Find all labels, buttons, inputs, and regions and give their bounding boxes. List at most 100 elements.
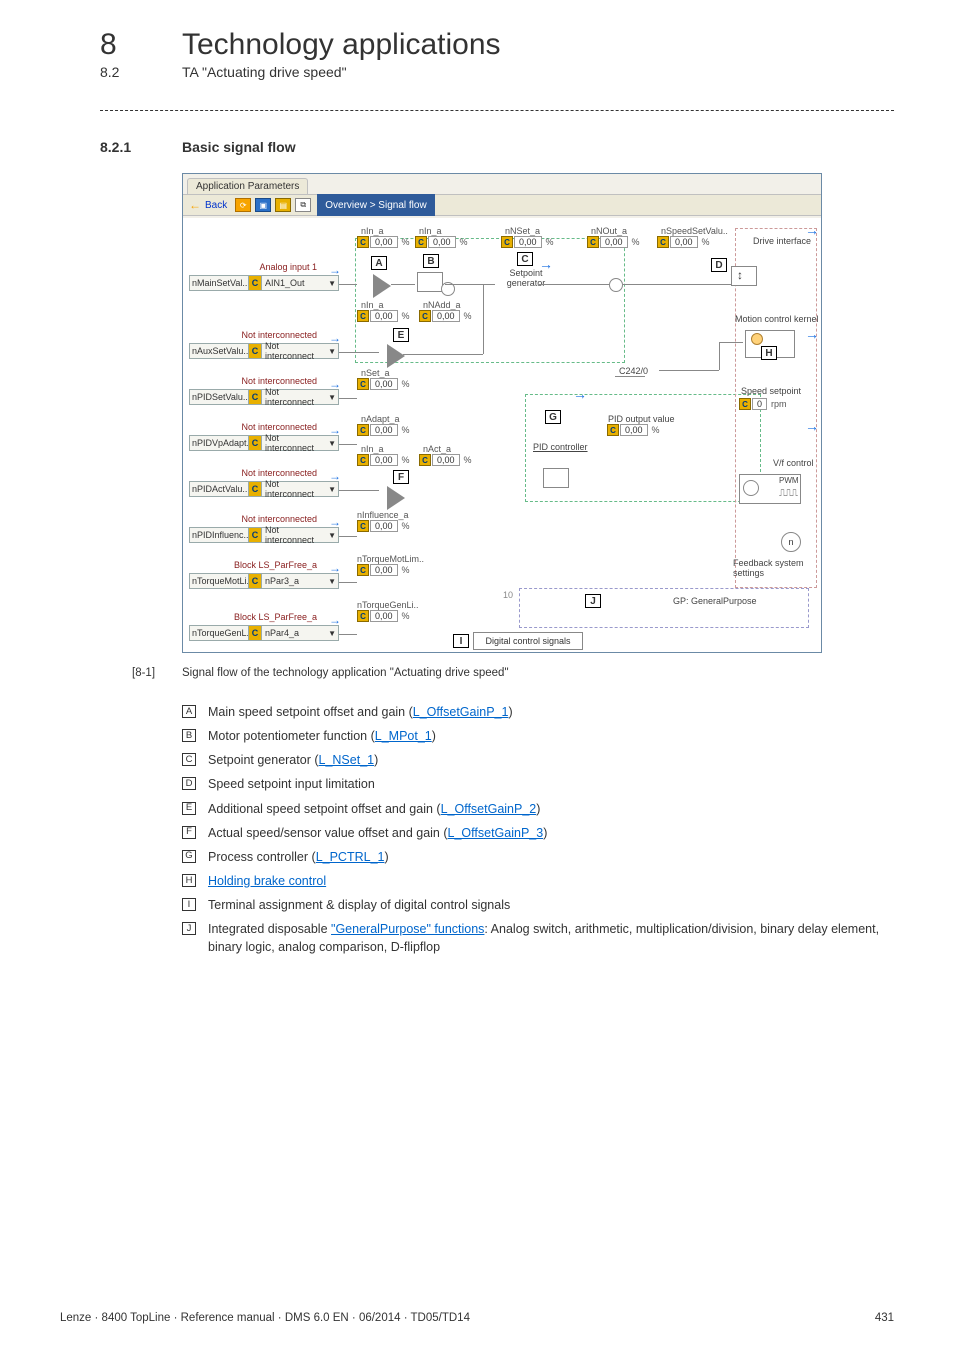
port-pid-vpadapt: Not interconnected → nPIDVpAdapt.. C Not… — [189, 422, 339, 451]
port-c-icon: C — [248, 574, 262, 588]
block-E-shape — [389, 346, 405, 366]
toolbar-icon-4[interactable]: ⧉ — [295, 198, 311, 212]
label-speed-setpoint: Speed setpoint — [741, 386, 801, 396]
var-ninfluence: nInfluence_a — [357, 510, 409, 520]
back-arrow-icon: ← — [189, 198, 201, 212]
port-title-8: Block LS_ParFree_a — [189, 612, 339, 625]
port-select-8[interactable]: nPar4_a▼ — [262, 628, 338, 638]
port-torque-mot: Block LS_ParFree_a → nTorqueMotLi.. C nP… — [189, 560, 339, 589]
toolbar-icon-1[interactable]: ⟳ — [235, 198, 251, 212]
caret-down-icon: ▼ — [328, 531, 336, 540]
region-gp — [519, 588, 809, 628]
legend-key-H: H — [182, 874, 196, 887]
arrow-drive-top[interactable]: → — [805, 222, 819, 238]
port-name-8: nTorqueGenL.. — [190, 628, 248, 638]
port-name-6: nPIDInfluenc.. — [190, 530, 248, 540]
wire — [391, 284, 415, 285]
link-l-mpot-1[interactable]: L_MPot_1 — [375, 729, 432, 743]
port-row-2[interactable]: nAuxSetValu.. C Not interconnect▼ — [189, 343, 339, 359]
label-E: E — [393, 328, 409, 342]
digital-signals-box[interactable]: Digital control signals — [473, 632, 583, 650]
port-row-1[interactable]: nMainSetVal.. C AIN1_Out▼ — [189, 275, 339, 291]
var-nin-a-2: nIn_a — [419, 226, 442, 236]
pwm-wave-icon: ⎍⎍⎍ — [779, 488, 797, 499]
port-select-3[interactable]: Not interconnect▼ — [262, 387, 338, 407]
port-select-6[interactable]: Not interconnect▼ — [262, 525, 338, 545]
legend-text-G: Process controller (L_PCTRL_1) — [208, 848, 894, 866]
val-11: C0,00% — [419, 454, 472, 466]
port-pid-influenc: Not interconnected → nPIDInfluenc.. C No… — [189, 514, 339, 543]
wire — [719, 342, 743, 343]
link-l-offsetgainp-1[interactable]: L_OffsetGainP_1 — [413, 705, 509, 719]
port-pid-actval: Not interconnected → nPIDActValu.. C Not… — [189, 468, 339, 497]
var-nin-a-1: nIn_a — [361, 226, 384, 236]
legend: A Main speed setpoint offset and gain (L_… — [182, 703, 894, 956]
pid-response-box — [543, 468, 569, 488]
legend-text-A: Main speed setpoint offset and gain (L_O… — [208, 703, 894, 721]
back-button[interactable]: ← Back — [183, 198, 233, 212]
wire — [339, 284, 357, 285]
port-select-5[interactable]: Not interconnect▼ — [262, 479, 338, 499]
wire — [339, 398, 357, 399]
val-3: C0,00% — [501, 236, 554, 248]
port-c-icon: C — [248, 390, 262, 404]
port-row-3[interactable]: nPIDSetValu.. C Not interconnect▼ — [189, 389, 339, 405]
port-arrow-icon: → — [329, 561, 341, 575]
caret-down-icon: ▼ — [328, 629, 336, 638]
legend-text-F: Actual speed/sensor value offset and gai… — [208, 824, 894, 842]
port-row-8[interactable]: nTorqueGenL.. C nPar4_a▼ — [189, 625, 339, 641]
wire — [339, 536, 357, 537]
port-name-5: nPIDActValu.. — [190, 484, 248, 494]
motor-icon: n — [781, 532, 801, 552]
port-row-7[interactable]: nTorqueMotLi.. C nPar3_a▼ — [189, 573, 339, 589]
page-footer: Lenze · 8400 TopLine · Reference manual … — [60, 1312, 894, 1324]
port-row-5[interactable]: nPIDActValu.. C Not interconnect▼ — [189, 481, 339, 497]
wire — [719, 342, 720, 370]
block-H-led-icon — [751, 333, 763, 345]
link-l-offsetgainp-3[interactable]: L_OffsetGainP_3 — [448, 826, 544, 840]
port-arrow-icon: → — [329, 263, 341, 277]
label-feedback: Feedback system settings — [733, 558, 821, 578]
wire — [339, 490, 379, 491]
arrow-C: → — [539, 256, 553, 272]
label-gp: GP: GeneralPurpose — [673, 596, 757, 606]
port-row-6[interactable]: nPIDInfluenc.. C Not interconnect▼ — [189, 527, 339, 543]
legend-key-A: A — [182, 705, 196, 718]
tab-application-parameters[interactable]: Application Parameters — [187, 178, 308, 194]
legend-key-D: D — [182, 777, 196, 790]
port-row-4[interactable]: nPIDVpAdapt.. C Not interconnect▼ — [189, 435, 339, 451]
val-6: C0,00% — [357, 310, 410, 322]
link-generalpurpose[interactable]: "GeneralPurpose" functions — [331, 922, 484, 936]
val-10: C0,00% — [357, 454, 410, 466]
legend-key-J: J — [182, 922, 196, 935]
label-ten: 10 — [503, 590, 513, 600]
caption-key: [8-1] — [132, 667, 182, 679]
val-9: C0,00% — [357, 424, 410, 436]
footer-left: Lenze · 8400 TopLine · Reference manual … — [60, 1312, 470, 1324]
wire — [483, 284, 484, 354]
c242-line — [615, 376, 645, 380]
port-select-1[interactable]: AIN1_Out▼ — [262, 278, 338, 288]
link-l-offsetgainp-2[interactable]: L_OffsetGainP_2 — [441, 802, 537, 816]
val-14: C0,00% — [357, 610, 410, 622]
var-nadapt-a: nAdapt_a — [361, 414, 400, 424]
caption-text: Signal flow of the technology applicatio… — [182, 667, 509, 679]
arrow-speed[interactable]: → — [805, 418, 819, 434]
port-select-4[interactable]: Not interconnect▼ — [262, 433, 338, 453]
port-aux-setval: Not interconnected → nAuxSetValu.. C Not… — [189, 330, 339, 359]
toolbar-icon-2[interactable]: ▣ — [255, 198, 271, 212]
val-8: C0,00% — [357, 378, 410, 390]
link-l-nset-1[interactable]: L_NSet_1 — [319, 753, 375, 767]
port-select-7[interactable]: nPar3_a▼ — [262, 576, 338, 586]
toolbar-icon-3[interactable]: ▤ — [275, 198, 291, 212]
port-main-setval: Analog input 1 → nMainSetVal.. C AIN1_Ou… — [189, 262, 339, 291]
caret-down-icon: ▼ — [328, 577, 336, 586]
port-name-1: nMainSetVal.. — [190, 278, 248, 288]
port-select-2[interactable]: Not interconnect▼ — [262, 341, 338, 361]
link-holding-brake[interactable]: Holding brake control — [208, 874, 326, 888]
arrow-H[interactable]: → — [805, 326, 819, 342]
var-nact-a: nAct_a — [423, 444, 451, 454]
link-l-pctrl-1[interactable]: L_PCTRL_1 — [316, 850, 385, 864]
block-F-shape — [389, 488, 405, 508]
legend-key-C: C — [182, 753, 196, 766]
